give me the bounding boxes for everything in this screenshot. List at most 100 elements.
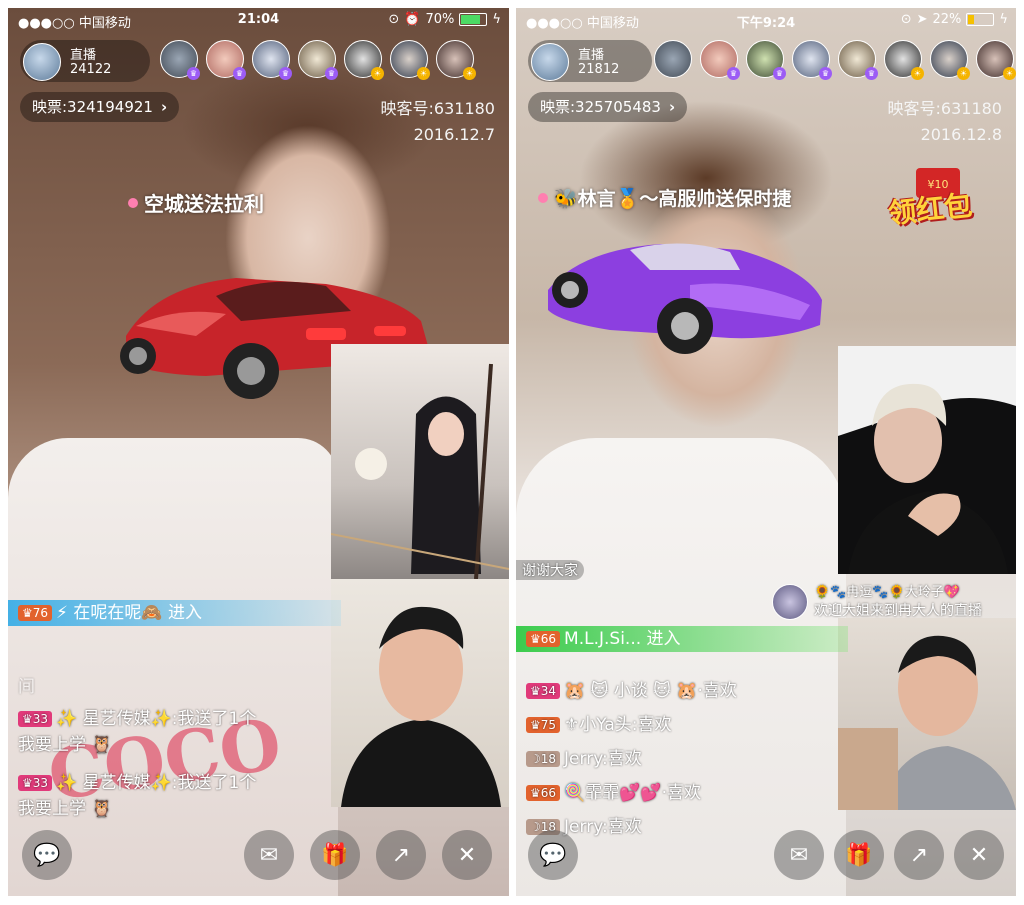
stream-date: 2016.12.7 (413, 125, 495, 144)
chat-text: 我送了1个 (177, 773, 257, 793)
level-badge: ♛33 (18, 775, 53, 791)
clock: 下午9:24 (736, 16, 796, 31)
co-host-video-bottom[interactable] (331, 579, 509, 807)
room-id: 映客号:631180 (380, 99, 495, 118)
viewer-avatar[interactable]: ♛ (298, 40, 338, 80)
dot-icon (128, 197, 138, 208)
close-button[interactable]: ✕ (954, 830, 1004, 880)
chat-bubble-icon: 💬 (33, 842, 61, 868)
chat-bubble-button[interactable]: 💬 (22, 830, 72, 880)
viewer-avatar[interactable]: ☀ (390, 40, 430, 80)
close-button[interactable]: ✕ (442, 830, 492, 880)
gift-button[interactable]: 🎁 (834, 830, 884, 880)
viewer-avatars: ♛ ♛ ♛ ♛ ☀ ☀ ☀ (654, 40, 1016, 80)
viewer-avatar[interactable]: ♛ (792, 40, 832, 80)
chevron-right-icon: › (160, 98, 168, 116)
gift-button[interactable]: 🎁 (310, 830, 360, 880)
entry-notice: ♛76 ⚡ 在呢在呢🙈 进入 (8, 600, 341, 626)
commenter-avatar[interactable] (772, 584, 808, 620)
live-label: 直播 (70, 48, 97, 63)
viewer-avatar[interactable]: ☀ (344, 40, 384, 80)
porsche-gift-icon (548, 243, 822, 354)
message-button[interactable]: ✉ (244, 830, 294, 880)
chat-username[interactable]: Jerry: (564, 749, 608, 769)
close-icon: ✕ (969, 842, 989, 868)
viewer-avatar[interactable]: ♛ (700, 40, 740, 80)
viewer-avatar[interactable]: ☀ (436, 40, 476, 80)
live-label: 直播 (578, 48, 605, 63)
viewer-avatar[interactable] (654, 40, 692, 78)
dot-icon (538, 192, 548, 203)
host-capsule[interactable]: 直播 24122 (20, 40, 150, 82)
chat-message-cont: 我要上学 🦉 (18, 730, 113, 755)
entry-notice: ♛66 M.L.J.Si... 进入 (516, 626, 848, 652)
chat-username[interactable]: ✨ 星艺传媒✨: (56, 773, 177, 793)
ticket-counter[interactable]: 映票:324194921 › (20, 92, 180, 122)
viewer-avatar[interactable]: ♛ (160, 40, 200, 80)
gift-icon: 🎁 (321, 842, 349, 868)
red-packet-label: 领红包 (886, 188, 974, 231)
carrier-label: ●●●○○ 中国移动 (18, 16, 131, 31)
gift-icon: 🎁 (845, 842, 873, 868)
viewer-count: 24122 (70, 62, 112, 77)
red-packet-button[interactable]: ¥10 领红包 (886, 166, 998, 236)
battery-indicator: ⊙ ⏰ 70% ϟ (388, 12, 501, 27)
share-button[interactable]: ↗ (376, 830, 426, 880)
entry-text: M.L.J.Si... 进入 (564, 629, 681, 649)
viewer-avatar[interactable]: ♛ (746, 40, 786, 80)
level-badge: ♛33 (18, 711, 53, 727)
viewer-avatar[interactable]: ♛ (206, 40, 246, 80)
charging-icon: ϟ (492, 12, 501, 27)
chat-text: 我要上学 (18, 735, 86, 755)
chat-text: 我送了1个 (177, 709, 257, 729)
gift-message-text: 🐝林言🏅～高服帅送保时捷 (554, 188, 792, 210)
battery-percent: 70% (425, 12, 455, 27)
viewer-avatar[interactable]: ☀ (884, 40, 924, 80)
gift-message-text: 空城送法拉利 (144, 192, 264, 216)
commenter-name[interactable]: 🌻🐾冉逗🐾🌻大玲子💖 (814, 584, 982, 602)
lock-rotation-icon: ⊙ (388, 12, 400, 27)
level-badge: ♛76 (18, 605, 53, 621)
commenter-text: 欢迎大姐来到冉大人的直播 (814, 603, 982, 619)
chevron-right-icon: › (668, 98, 676, 116)
owl-icon: 🦉 (91, 735, 113, 755)
alarm-icon: ⏰ (404, 12, 421, 27)
ticket-counter[interactable]: 映票:325705483 › (528, 92, 688, 122)
chat-bubble-button[interactable]: 💬 (528, 830, 578, 880)
streamer-shirt: COCO (8, 438, 338, 896)
co-host-video-top[interactable] (331, 344, 509, 579)
message-button[interactable]: ✉ (774, 830, 824, 880)
viewer-avatar[interactable]: ♛ (838, 40, 878, 80)
chat-text: 喜欢 (607, 749, 642, 769)
share-button[interactable]: ↗ (894, 830, 944, 880)
host-avatar[interactable] (23, 43, 61, 81)
chat-username[interactable]: Jerry: (564, 817, 608, 837)
level-badge: ♛34 (526, 683, 561, 699)
chat-username[interactable]: 🍭霏霏💕💕 (564, 783, 662, 803)
ticket-label: 映票:324194921 (32, 98, 153, 116)
co-host-video-top[interactable] (838, 346, 1016, 574)
co-host-video-bottom[interactable] (838, 618, 1016, 810)
male-guest-figure (341, 606, 501, 807)
viewer-avatar[interactable]: ☀ (930, 40, 970, 80)
envelope-icon: ✉ (259, 842, 279, 868)
chat-username[interactable]: ⚜小Ya头: (564, 715, 637, 735)
chat-username[interactable]: ✨ 星艺传媒✨: (56, 709, 177, 729)
chat-line-faded: 间 (18, 677, 35, 697)
chat-username[interactable]: 🐹 🐱 小谈 🐱 🐹 (564, 681, 697, 701)
battery-indicator: ⊙ ➤ 22% ϟ (901, 12, 1008, 27)
host-capsule[interactable]: 直播 21812 (528, 40, 652, 82)
viewer-avatar[interactable]: ☀ (976, 40, 1016, 80)
chat-text: 喜欢 (637, 715, 672, 735)
host-avatar[interactable] (531, 43, 569, 81)
close-icon: ✕ (457, 842, 477, 868)
chat-message: ♛75 ⚜小Ya头:喜欢 (526, 710, 671, 735)
pip-comment: 🌻🐾冉逗🐾🌻大玲子💖 欢迎大姐来到冉大人的直播 (772, 584, 982, 620)
chat-bubble-icon: 💬 (539, 842, 567, 868)
status-bar: ●●●○○ 中国移动 21:04 ⊙ ⏰ 70% ϟ (8, 8, 509, 31)
share-icon: ↗ (909, 842, 929, 868)
clock: 21:04 (237, 12, 280, 27)
share-icon: ↗ (391, 842, 411, 868)
chat-message-cont: 我要上学 🦉 (18, 794, 113, 819)
viewer-avatar[interactable]: ♛ (252, 40, 292, 80)
